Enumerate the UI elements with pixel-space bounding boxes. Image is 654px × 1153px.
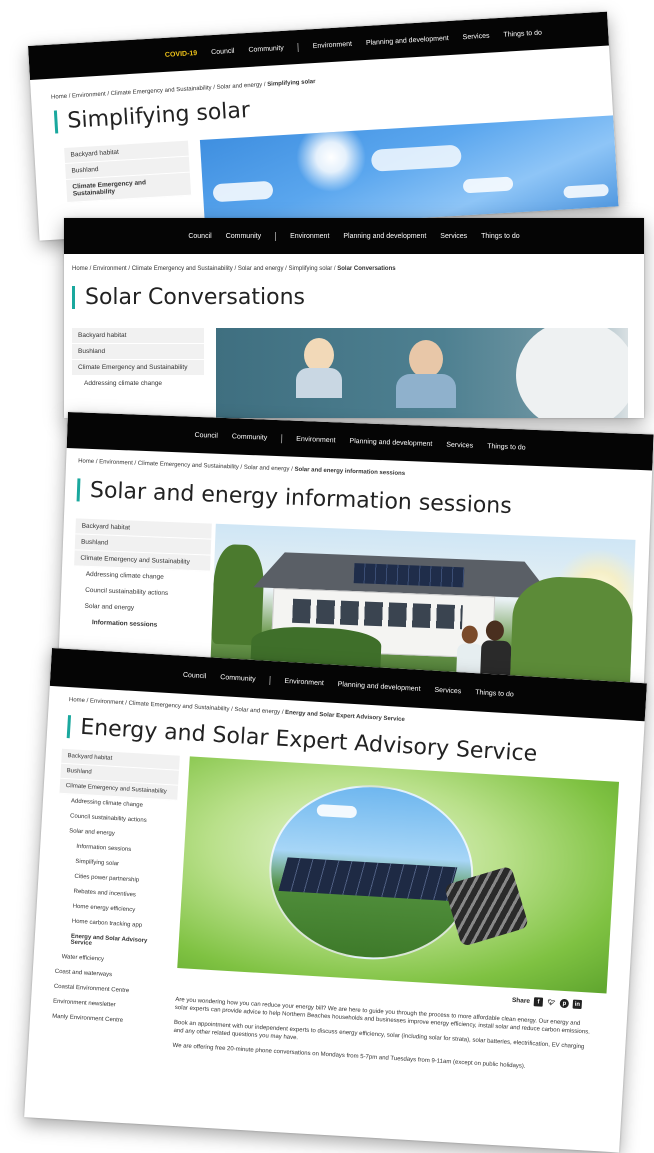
nav-council[interactable]: Council: [211, 47, 235, 55]
breadcrumb: Home / Environment / Climate Emergency a…: [50, 79, 316, 101]
page-title: Solar and energy information sessions: [76, 478, 512, 519]
screenshot-card-information-sessions: Council Community Environment Planning a…: [58, 412, 654, 685]
share-label: Share: [511, 996, 531, 1005]
crumb-current: Solar and energy information sessions: [294, 466, 406, 477]
nav-things-to-do[interactable]: Things to do: [503, 29, 542, 38]
bulb-cloud: [316, 804, 358, 819]
hero-image-house: [210, 523, 636, 684]
nav-services[interactable]: Services: [434, 686, 461, 695]
crumb-solar[interactable]: Solar and energy: [216, 82, 262, 91]
crumb-home[interactable]: Home: [51, 94, 67, 101]
light-bulb-shape: [516, 328, 628, 418]
nav-community[interactable]: Community: [232, 433, 268, 441]
crumb-climate[interactable]: Climate Emergency and Sustainability: [138, 461, 239, 471]
solar-panels: [353, 563, 465, 588]
screenshot-card-advisory-service: Council Community Environment Planning a…: [24, 648, 647, 1153]
breadcrumb: Home / Environment / Climate Emergency a…: [72, 266, 396, 272]
nav-council[interactable]: Council: [188, 233, 211, 240]
crumb-home[interactable]: Home: [69, 697, 85, 704]
nav-community[interactable]: Community: [220, 674, 256, 683]
nav-planning[interactable]: Planning and development: [338, 681, 421, 693]
nav-services[interactable]: Services: [446, 441, 473, 449]
nav-council[interactable]: Council: [194, 431, 218, 439]
nav-community[interactable]: Community: [248, 44, 284, 53]
person-woman: [296, 338, 342, 398]
pinterest-icon[interactable]: p: [559, 998, 570, 1009]
sidebar-nav: Backyard habitat Bushland Climate Emerge…: [71, 518, 212, 636]
sidebar-nav: Backyard habitat Bushland Climate Emerge…: [72, 328, 204, 392]
breadcrumb: Home / Environment / Climate Emergency a…: [77, 458, 406, 477]
crumb-current: Simplifying solar: [267, 79, 316, 88]
person-man: [396, 340, 456, 410]
crumb-solar[interactable]: Solar and energy: [238, 266, 284, 272]
cloud-2: [370, 144, 462, 172]
top-navigation: COVID-19 Council Community Environment P…: [28, 11, 609, 80]
nav-things-to-do[interactable]: Things to do: [475, 689, 514, 698]
sidebar-item-bushland[interactable]: Bushland: [72, 344, 204, 360]
crumb-home[interactable]: Home: [78, 458, 94, 465]
nav-environment[interactable]: Environment: [296, 435, 336, 444]
nav-environment[interactable]: Environment: [290, 233, 329, 240]
sun-glow: [294, 120, 369, 195]
top-navigation: Council Community Environment Planning a…: [64, 218, 644, 254]
nav-planning[interactable]: Planning and development: [349, 437, 432, 447]
crumb-environment[interactable]: Environment: [99, 459, 133, 466]
sidebar-item-addressing[interactable]: Addressing climate change: [72, 376, 204, 392]
crumb-environment[interactable]: Environment: [72, 91, 106, 99]
nav-divider: [269, 675, 271, 685]
crumb-simplifying[interactable]: Simplifying solar: [289, 266, 333, 272]
page-body: Are you wondering how you can reduce you…: [172, 996, 595, 1081]
sidebar-item-climate[interactable]: Climate Emergency and Sustainability: [72, 360, 204, 376]
cloud-3: [462, 176, 514, 194]
sidebar-item-backyard[interactable]: Backyard habitat: [72, 328, 204, 344]
screenshot-card-simplifying-solar: COVID-19 Council Community Environment P…: [28, 11, 619, 241]
sidebar-nav: Backyard habitat Bushland Climate Emerge…: [64, 140, 192, 203]
nav-environment[interactable]: Environment: [284, 677, 324, 686]
nav-things-to-do[interactable]: Things to do: [481, 233, 520, 240]
crumb-solar[interactable]: Solar and energy: [234, 707, 280, 716]
crumb-climate[interactable]: Climate Emergency and Sustainability: [132, 266, 233, 272]
nav-divider: [297, 42, 300, 52]
nav-council[interactable]: Council: [183, 671, 207, 679]
couple: [456, 620, 512, 680]
tree-right: [510, 575, 634, 684]
sidebar-nav: Backyard habitat Bushland Climate Emerge…: [45, 748, 180, 1032]
hero-image-lightbulb: [177, 756, 620, 994]
nav-divider: [281, 433, 283, 443]
crumb-environment[interactable]: Environment: [90, 698, 124, 706]
crumb-home[interactable]: Home: [72, 266, 88, 272]
nav-planning[interactable]: Planning and development: [343, 233, 426, 240]
nav-things-to-do[interactable]: Things to do: [487, 443, 526, 451]
crumb-solar[interactable]: Solar and energy: [244, 465, 290, 473]
share-bar: Share f 🐦︎ p in: [511, 996, 583, 1010]
nav-planning[interactable]: Planning and development: [366, 35, 449, 47]
crumb-environment[interactable]: Environment: [93, 266, 127, 272]
page-title: Solar Conversations: [72, 286, 305, 309]
linkedin-icon[interactable]: in: [572, 999, 583, 1010]
facebook-icon[interactable]: f: [533, 997, 544, 1007]
crumb-climate[interactable]: Climate Emergency and Sustainability: [111, 85, 212, 97]
nav-divider: [275, 231, 277, 241]
hero-image-couple: [216, 328, 628, 418]
nav-services[interactable]: Services: [440, 233, 467, 240]
nav-environment[interactable]: Environment: [313, 40, 353, 49]
twitter-icon[interactable]: 🐦︎: [547, 998, 557, 1008]
nav-services[interactable]: Services: [462, 32, 489, 41]
cloud-1: [212, 180, 274, 203]
page-title: Simplifying solar: [53, 98, 251, 134]
crumb-current: Solar Conversations: [337, 266, 396, 272]
screenshot-card-solar-conversations: Council Community Environment Planning a…: [64, 218, 644, 418]
nav-community[interactable]: Community: [226, 233, 261, 240]
crumb-current: Energy and Solar Expert Advisory Service: [284, 709, 405, 724]
nav-covid[interactable]: COVID-19: [165, 49, 198, 58]
crumb-climate[interactable]: Climate Emergency and Sustainability: [128, 701, 229, 713]
cloud-4: [563, 183, 609, 199]
